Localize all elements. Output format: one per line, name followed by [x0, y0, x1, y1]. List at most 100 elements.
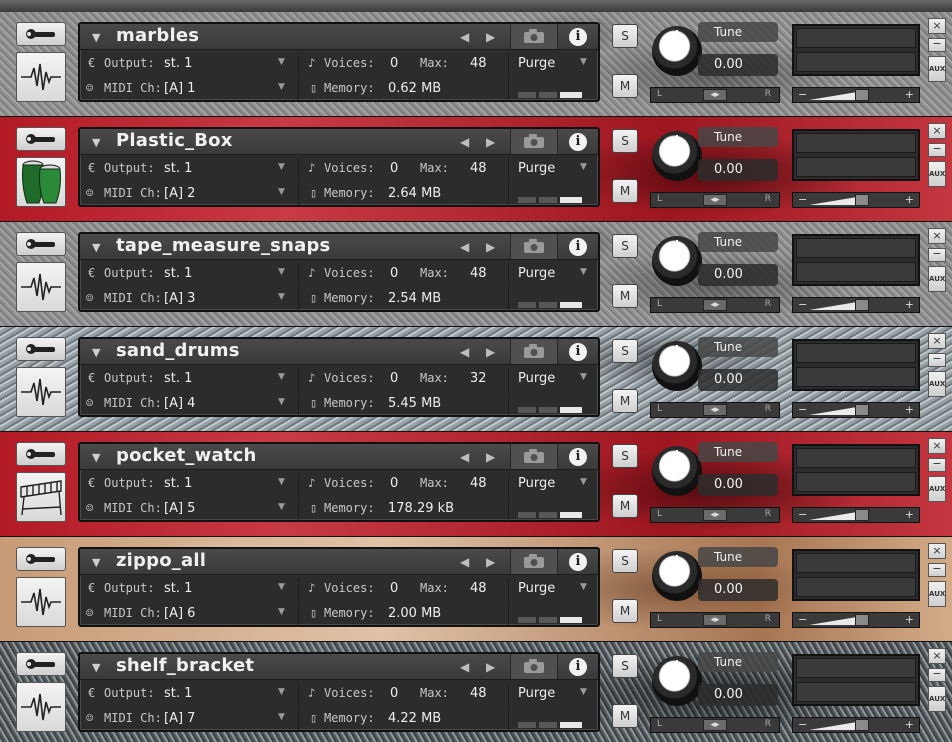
midi-channel-value[interactable]: [A] 6	[164, 606, 195, 621]
volume-handle[interactable]	[855, 404, 869, 416]
mute-button[interactable]: M	[612, 74, 638, 98]
solo-button[interactable]: S	[612, 549, 638, 573]
volume-handle[interactable]	[855, 509, 869, 521]
wrench-button[interactable]	[16, 127, 66, 151]
close-button[interactable]: ×	[928, 648, 946, 664]
purge-dropdown-icon[interactable]: ▼	[580, 57, 587, 67]
volume-slider[interactable]: − +	[792, 192, 920, 208]
next-instrument-arrow-icon[interactable]: ▶	[486, 555, 495, 569]
collapse-caret-icon[interactable]: ▼	[92, 241, 100, 254]
purge-menu[interactable]: Purge	[518, 56, 555, 71]
wrench-button[interactable]	[16, 232, 66, 256]
instrument-name-bar[interactable]: ▼ shelf_bracket ◀ ▶ i	[80, 654, 598, 680]
volume-slider[interactable]: − +	[792, 717, 920, 733]
minimize-button[interactable]: −	[928, 668, 946, 682]
output-dropdown-icon[interactable]: ▼	[278, 162, 285, 172]
midi-dropdown-icon[interactable]: ▼	[278, 292, 285, 302]
output-dropdown-icon[interactable]: ▼	[278, 582, 285, 592]
tune-knob[interactable]	[652, 26, 702, 76]
instrument-name-bar[interactable]: ▼ tape_measure_snaps ◀ ▶ i	[80, 234, 598, 260]
pan-slider[interactable]: L ◂▸ R	[650, 402, 780, 418]
volume-handle[interactable]	[855, 89, 869, 101]
pan-handle[interactable]: ◂▸	[703, 194, 727, 206]
instrument-icon-button[interactable]	[16, 682, 66, 732]
collapse-caret-icon[interactable]: ▼	[92, 136, 100, 149]
wrench-button[interactable]	[16, 22, 66, 46]
purge-dropdown-icon[interactable]: ▼	[580, 687, 587, 697]
snapshot-button[interactable]	[510, 444, 558, 469]
snapshot-button[interactable]	[510, 339, 558, 364]
prev-instrument-arrow-icon[interactable]: ◀	[460, 345, 469, 359]
minimize-button[interactable]: −	[928, 563, 946, 577]
instrument-icon-button[interactable]	[16, 472, 66, 522]
info-icon[interactable]: i	[569, 28, 587, 46]
aux-button[interactable]: AUX	[928, 686, 946, 712]
collapse-caret-icon[interactable]: ▼	[92, 346, 100, 359]
output-value[interactable]: st. 1	[164, 266, 192, 281]
output-dropdown-icon[interactable]: ▼	[278, 267, 285, 277]
instrument-icon-button[interactable]	[16, 262, 66, 312]
purge-dropdown-icon[interactable]: ▼	[580, 582, 587, 592]
snapshot-button[interactable]	[510, 234, 558, 259]
output-value[interactable]: st. 1	[164, 371, 192, 386]
minimize-button[interactable]: −	[928, 458, 946, 472]
minimize-button[interactable]: −	[928, 353, 946, 367]
close-button[interactable]: ×	[928, 333, 946, 349]
wrench-button[interactable]	[16, 652, 66, 676]
aux-button[interactable]: AUX	[928, 56, 946, 82]
purge-dropdown-icon[interactable]: ▼	[580, 477, 587, 487]
prev-instrument-arrow-icon[interactable]: ◀	[460, 240, 469, 254]
volume-slider[interactable]: − +	[792, 297, 920, 313]
instrument-icon-button[interactable]	[16, 157, 66, 207]
midi-dropdown-icon[interactable]: ▼	[278, 712, 285, 722]
purge-menu[interactable]: Purge	[518, 476, 555, 491]
close-button[interactable]: ×	[928, 438, 946, 454]
minimize-button[interactable]: −	[928, 143, 946, 157]
volume-handle[interactable]	[855, 614, 869, 626]
pan-handle[interactable]: ◂▸	[703, 299, 727, 311]
midi-dropdown-icon[interactable]: ▼	[278, 82, 285, 92]
next-instrument-arrow-icon[interactable]: ▶	[486, 240, 495, 254]
prev-instrument-arrow-icon[interactable]: ◀	[460, 30, 469, 44]
instrument-icon-button[interactable]	[16, 367, 66, 417]
midi-channel-value[interactable]: [A] 1	[164, 81, 195, 96]
instrument-name-bar[interactable]: ▼ Plastic_Box ◀ ▶ i	[80, 129, 598, 155]
mute-button[interactable]: M	[612, 179, 638, 203]
instrument-icon-button[interactable]	[16, 52, 66, 102]
max-voices-value[interactable]: 48	[470, 686, 487, 701]
snapshot-button[interactable]	[510, 24, 558, 49]
solo-button[interactable]: S	[612, 129, 638, 153]
aux-button[interactable]: AUX	[928, 161, 946, 187]
tune-knob[interactable]	[652, 446, 702, 496]
midi-channel-value[interactable]: [A] 7	[164, 711, 195, 726]
solo-button[interactable]: S	[612, 444, 638, 468]
midi-channel-value[interactable]: [A] 4	[164, 396, 195, 411]
wrench-button[interactable]	[16, 337, 66, 361]
midi-dropdown-icon[interactable]: ▼	[278, 187, 285, 197]
midi-dropdown-icon[interactable]: ▼	[278, 607, 285, 617]
aux-button[interactable]: AUX	[928, 476, 946, 502]
next-instrument-arrow-icon[interactable]: ▶	[486, 345, 495, 359]
midi-channel-value[interactable]: [A] 3	[164, 291, 195, 306]
instrument-name-bar[interactable]: ▼ pocket_watch ◀ ▶ i	[80, 444, 598, 470]
solo-button[interactable]: S	[612, 24, 638, 48]
info-icon[interactable]: i	[569, 448, 587, 466]
output-value[interactable]: st. 1	[164, 686, 192, 701]
prev-instrument-arrow-icon[interactable]: ◀	[460, 135, 469, 149]
tune-knob[interactable]	[652, 341, 702, 391]
pan-slider[interactable]: L ◂▸ R	[650, 717, 780, 733]
minimize-button[interactable]: −	[928, 248, 946, 262]
prev-instrument-arrow-icon[interactable]: ◀	[460, 555, 469, 569]
output-dropdown-icon[interactable]: ▼	[278, 687, 285, 697]
wrench-button[interactable]	[16, 442, 66, 466]
purge-dropdown-icon[interactable]: ▼	[580, 372, 587, 382]
close-button[interactable]: ×	[928, 123, 946, 139]
purge-menu[interactable]: Purge	[518, 371, 555, 386]
mute-button[interactable]: M	[612, 389, 638, 413]
output-value[interactable]: st. 1	[164, 161, 192, 176]
instrument-name-bar[interactable]: ▼ sand_drums ◀ ▶ i	[80, 339, 598, 365]
purge-menu[interactable]: Purge	[518, 581, 555, 596]
pan-handle[interactable]: ◂▸	[703, 614, 727, 626]
tune-knob[interactable]	[652, 236, 702, 286]
info-icon[interactable]: i	[569, 553, 587, 571]
